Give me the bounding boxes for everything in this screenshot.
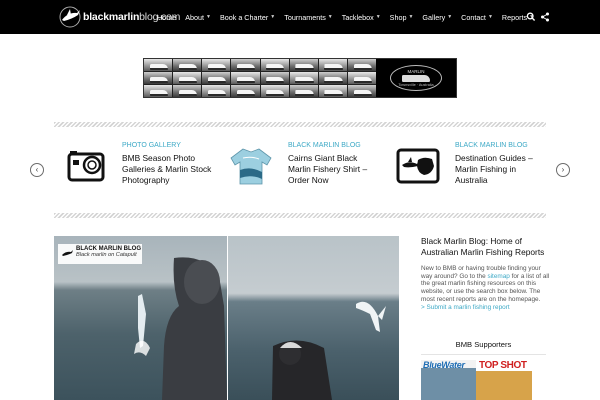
nav-book-a-charter[interactable]: Book a Charter ▼ [220,13,275,22]
nav-gallery[interactable]: Gallery ▼ [422,13,452,22]
main-menu: Home About ▼ Book a Charter ▼ Tournaments ▼… [157,0,543,34]
nav-home[interactable]: Home [157,13,176,22]
featured-marlin-photo[interactable]: BLACK MARLIN BLOG Black marlin on Catapu… [54,236,399,400]
chevron-down-icon: ▼ [487,14,493,20]
badge-bottom-text: Townsville · Australia [398,83,434,87]
nav-tournaments[interactable]: Tournaments ▼ [284,13,333,22]
marlin-australia-map-icon [393,142,443,190]
card-title[interactable]: BMB Season Photo Galleries & Marlin Stoc… [122,153,214,187]
boat-icon [402,75,430,82]
action-camera-icon [60,142,110,190]
photo-label-subtitle: Black marlin on Catapult [76,252,137,258]
chevron-down-icon: ▼ [447,14,453,20]
chevron-down-icon: ▼ [205,14,211,20]
supporters-heading: BMB Supporters [455,340,512,349]
photo-right-panel [228,236,399,400]
marlin-logo-icon [62,250,73,256]
bluewater-magazine-ad[interactable]: BlueWater [421,360,476,400]
carousel-prev-button[interactable]: ‹ [30,163,44,177]
site-logo[interactable]: blackmarlinblog.com [58,6,180,28]
card-category[interactable]: BLACK MARLIN BLOG [288,142,361,149]
supporters-divider [421,354,546,355]
magazine-title: BlueWater [423,360,465,370]
search-icon[interactable] [526,11,536,23]
card-category[interactable]: BLACK MARLIN BLOG [455,142,528,149]
nav-about[interactable]: About ▼ [185,13,211,22]
nav-contact[interactable]: Contact ▼ [461,13,493,22]
card-category[interactable]: PHOTO GALLERY [122,142,181,149]
charter-logo: MARLIN Townsville · Australia [376,59,456,97]
charter-badge: MARLIN Townsville · Australia [390,65,442,91]
hatched-divider [54,213,546,218]
card-title[interactable]: Destination Guides – Marlin Fishing in A… [455,153,547,187]
top-navigation-bar: blackmarlinblog.com Home About ▼ Book a C… [0,0,600,34]
carousel-card[interactable]: PHOTO GALLERY BMB Season Photo Galleries… [60,142,211,192]
nav-shop[interactable]: Shop ▼ [390,13,414,22]
nav-tacklebox[interactable]: Tacklebox ▼ [342,13,381,22]
fishing-shirt-icon [226,142,276,190]
marlin-logo-icon [59,6,81,28]
card-title[interactable]: Cairns Giant Black Marlin Fishery Shirt … [288,153,380,187]
share-icon[interactable] [540,11,550,23]
charter-banner-ad[interactable]: MARLIN Townsville · Australia [143,58,457,98]
chevron-down-icon: ▼ [408,14,414,20]
sidebar-intro-text: New to BMB or having trouble finding you… [421,264,550,304]
chevron-right-icon: › [561,165,565,174]
chevron-down-icon: ▼ [270,14,276,20]
sidebar-title: Black Marlin Blog: Home of Australian Ma… [421,236,545,257]
carousel-card[interactable]: BLACK MARLIN BLOG Cairns Giant Black Mar… [226,142,376,192]
submit-report-link[interactable]: > Submit a marlin fishing report [421,304,553,312]
photo-caption-label: BLACK MARLIN BLOG Black marlin on Catapu… [58,244,142,264]
sitemap-link[interactable]: sitemap [487,273,509,280]
chevron-left-icon: ‹ [35,165,39,174]
sidebar-intro: Black Marlin Blog: Home of Australian Ma… [421,236,553,312]
topshot-magazine-ad[interactable]: TOP SHOT [476,360,532,400]
chevron-down-icon: ▼ [327,14,333,20]
carousel-next-button[interactable]: › [556,163,570,177]
magazine-title: TOP SHOT [479,360,527,371]
carousel-card[interactable]: BLACK MARLIN BLOG Destination Guides – M… [393,142,543,192]
boat-photo-grid [144,59,376,97]
chevron-down-icon: ▼ [375,14,381,20]
hatched-divider [54,122,546,127]
badge-top-text: MARLIN [407,69,425,74]
